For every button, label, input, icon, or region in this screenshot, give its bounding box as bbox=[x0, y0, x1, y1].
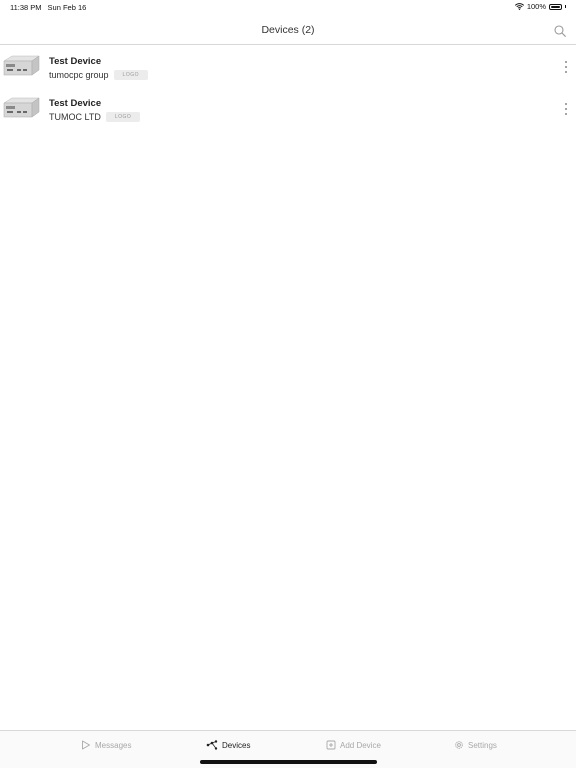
gear-icon bbox=[455, 741, 463, 749]
network-icon bbox=[206, 740, 218, 750]
tab-label: Settings bbox=[468, 740, 497, 750]
page-title: Devices (2) bbox=[261, 24, 315, 36]
battery-fill bbox=[551, 5, 560, 8]
more-dot bbox=[565, 103, 567, 105]
device-group-label: TUMOC LTD bbox=[49, 112, 101, 122]
tab-devices[interactable]: Devices bbox=[206, 740, 250, 750]
device-group: tumocpc group LOGO bbox=[49, 70, 148, 80]
wifi-icon bbox=[514, 3, 524, 10]
home-indicator bbox=[200, 760, 377, 764]
tab-label: Messages bbox=[95, 740, 132, 750]
more-dot bbox=[565, 71, 567, 73]
device-row[interactable]: Test Device tumocpc group LOGO bbox=[0, 46, 576, 88]
more-dot bbox=[565, 108, 567, 110]
logo-badge: LOGO bbox=[105, 112, 141, 122]
more-vertical-icon[interactable] bbox=[564, 103, 568, 115]
more-dot bbox=[565, 66, 567, 68]
status-bar: 11:38 PM Sun Feb 16 100% bbox=[0, 0, 576, 14]
battery-icon bbox=[549, 3, 562, 10]
device-name: Test Device bbox=[49, 56, 102, 67]
plus-square-icon bbox=[326, 740, 336, 750]
tab-label: Add Device bbox=[340, 740, 381, 750]
device-thumbnail bbox=[3, 97, 40, 118]
play-icon bbox=[82, 740, 90, 750]
status-time: 11:38 PM bbox=[10, 3, 42, 12]
tab-label: Devices bbox=[222, 740, 251, 750]
tab-settings[interactable]: Settings bbox=[454, 740, 497, 750]
nav-bar: Devices (2) bbox=[0, 14, 576, 45]
tab-messages[interactable]: Messages bbox=[81, 740, 131, 750]
device-thumbnail bbox=[3, 55, 40, 76]
status-date: Sun Feb 16 bbox=[47, 3, 87, 12]
status-left: 11:38 PM Sun Feb 16 bbox=[10, 3, 86, 12]
device-list: Test Device tumocpc group LOGO Test Devi… bbox=[0, 46, 576, 130]
device-row[interactable]: Test Device TUMOC LTD LOGO bbox=[0, 88, 576, 130]
device-group-label: tumocpc group bbox=[49, 70, 109, 80]
device-group: TUMOC LTD LOGO bbox=[49, 112, 141, 122]
logo-badge: LOGO bbox=[113, 70, 148, 80]
device-name: Test Device bbox=[49, 98, 102, 109]
more-vertical-icon[interactable] bbox=[564, 61, 568, 73]
status-right: 100% bbox=[514, 2, 566, 11]
more-dot bbox=[565, 113, 567, 115]
battery-cap bbox=[565, 5, 566, 8]
search-icon[interactable] bbox=[554, 25, 566, 37]
battery-percent: 100% bbox=[526, 2, 546, 11]
more-dot bbox=[565, 61, 567, 63]
tab-add-device[interactable]: Add Device bbox=[326, 740, 381, 750]
